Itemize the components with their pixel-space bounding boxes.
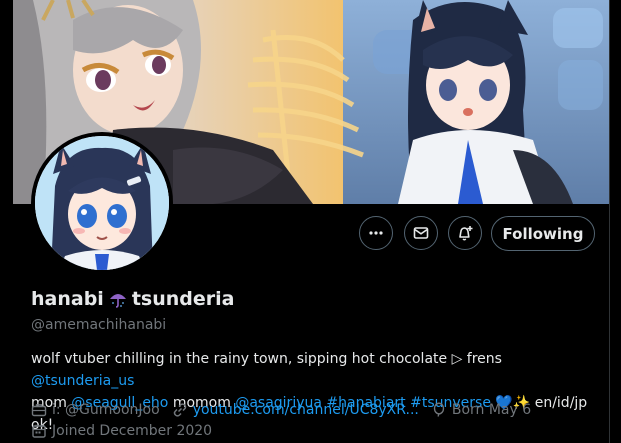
calendar-icon — [32, 424, 46, 438]
more-horizontal-icon — [369, 231, 383, 235]
username-handle: @amemachihanabi — [31, 317, 167, 333]
joined-text: Joined December 2020 — [52, 423, 213, 439]
following-button[interactable]: Following — [491, 216, 595, 251]
website-link[interactable]: youtube.com/channel/UC8yXR... — [193, 402, 419, 418]
message-button[interactable] — [404, 216, 438, 250]
balloon-icon — [433, 402, 445, 417]
joined-item: Joined December 2020 — [31, 423, 212, 439]
website-item: youtube.com/channel/UC8yXR... — [172, 402, 419, 418]
column-divider — [609, 0, 610, 443]
display-name-first: hanabi — [31, 288, 104, 310]
birthday-item: Born May 6 — [431, 402, 531, 418]
link-icon — [173, 403, 186, 417]
birthday-text: Born May 6 — [451, 402, 532, 418]
affiliation-text: i: @GumoonJoo — [52, 402, 160, 418]
avatar[interactable] — [31, 132, 173, 274]
umbrella-emoji — [108, 289, 128, 309]
display-name: hanabi tsunderia — [31, 288, 234, 310]
right-gutter — [611, 0, 621, 443]
briefcase-icon — [31, 404, 47, 417]
left-gutter — [0, 0, 13, 443]
bio-text: wolf vtuber chilling in the rainy town, … — [31, 351, 502, 367]
display-name-last: tsunderia — [131, 288, 235, 310]
mention-link[interactable]: @tsunderia_us — [31, 373, 134, 389]
profile-meta-row: i: @GumoonJoo youtube.com/channel/UC8yXR… — [31, 402, 543, 418]
bell-plus-icon — [459, 226, 473, 241]
profile-meta-row-2: Joined December 2020 — [31, 423, 224, 439]
umbrella-icon — [109, 294, 126, 308]
avatar-image — [35, 136, 169, 270]
envelope-icon — [413, 227, 429, 239]
bio-line-1: wolf vtuber chilling in the rainy town, … — [31, 348, 606, 392]
notify-button[interactable] — [448, 216, 482, 250]
affiliation-item: i: @GumoonJoo — [31, 402, 160, 418]
more-button[interactable] — [359, 216, 393, 250]
